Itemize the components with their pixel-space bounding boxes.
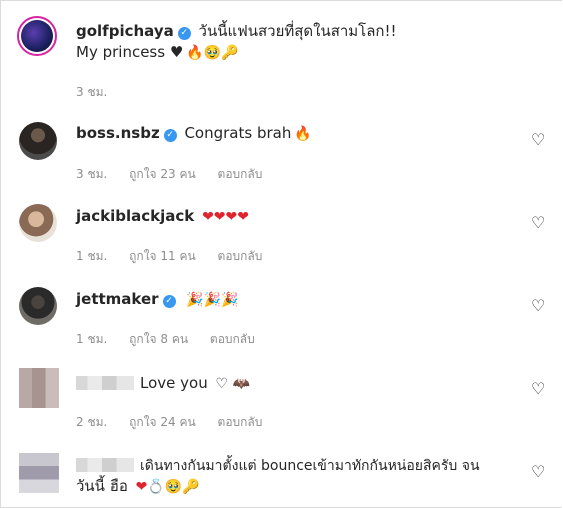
reply-button[interactable]: ตอบกลับ	[210, 332, 255, 346]
heart-outline-icon[interactable]: ♡	[531, 381, 547, 397]
post-time[interactable]: 3 ชม.	[76, 85, 107, 99]
verified-badge-icon: ✓	[163, 129, 177, 142]
avatar[interactable]	[19, 204, 57, 242]
comment-text: เดินทางกันมาตั้งแต่ bounceเข้ามาทักกันหน…	[140, 458, 480, 474]
blurred-username	[76, 458, 134, 472]
comment-time[interactable]: 1 ชม.	[76, 249, 107, 263]
comment-time[interactable]: 2 ชม.	[76, 415, 107, 429]
comment-username[interactable]: boss.nsbz	[76, 124, 160, 142]
caption-username[interactable]: golfpichaya	[76, 22, 174, 40]
comment-text-line2: วันนี้ ฮือ	[76, 477, 128, 495]
verified-badge-icon: ✓	[177, 27, 191, 40]
heart-outline-icon[interactable]: ♡	[531, 132, 547, 148]
comment-time[interactable]: 3 ชม.	[76, 167, 107, 181]
comment-emojis: ❤❤❤❤	[202, 209, 249, 225]
heart-outline-icon[interactable]: ♡	[531, 298, 547, 314]
comment-emojis: ❤💍🥹🔑	[135, 479, 200, 495]
comment-emojis: 🎉🎉🎉	[186, 292, 239, 308]
avatar[interactable]	[19, 368, 59, 408]
comment-time[interactable]: 1 ชม.	[76, 332, 107, 346]
avatar[interactable]	[19, 287, 57, 325]
comment-likes[interactable]: ถูกใจ 23 คน	[129, 167, 196, 181]
heart-outline-icon[interactable]: ♡	[531, 464, 547, 480]
comment-emojis: ♡ 🦇	[215, 376, 250, 392]
blurred-username	[76, 376, 134, 390]
comment-likes[interactable]: ถูกใจ 8 คน	[129, 332, 188, 346]
caption-emojis: 🔥🥹🔑	[186, 45, 239, 61]
comment-username[interactable]: jettmaker	[76, 290, 159, 308]
comment-username[interactable]: jackiblackjack	[76, 207, 194, 225]
comment-emojis: 🔥	[294, 126, 312, 142]
comment-text: Love you	[140, 374, 208, 392]
avatar[interactable]	[19, 453, 59, 493]
verified-badge-icon: ✓	[162, 295, 176, 308]
avatar[interactable]	[17, 16, 57, 56]
comment-likes[interactable]: ถูกใจ 24 คน	[129, 415, 196, 429]
comment-text: Congrats brah	[184, 124, 292, 142]
reply-button[interactable]: ตอบกลับ	[218, 249, 263, 263]
avatar[interactable]	[19, 122, 57, 160]
heart-outline-icon[interactable]: ♡	[531, 215, 547, 231]
comment-likes[interactable]: ถูกใจ 11 คน	[129, 249, 196, 263]
caption-text-line2: My princess ♥	[76, 43, 184, 61]
caption-text: วันนี้แฟนสวยที่สุดในสามโลก!!	[198, 22, 397, 40]
reply-button[interactable]: ตอบกลับ	[218, 167, 263, 181]
reply-button[interactable]: ตอบกลับ	[218, 415, 263, 429]
